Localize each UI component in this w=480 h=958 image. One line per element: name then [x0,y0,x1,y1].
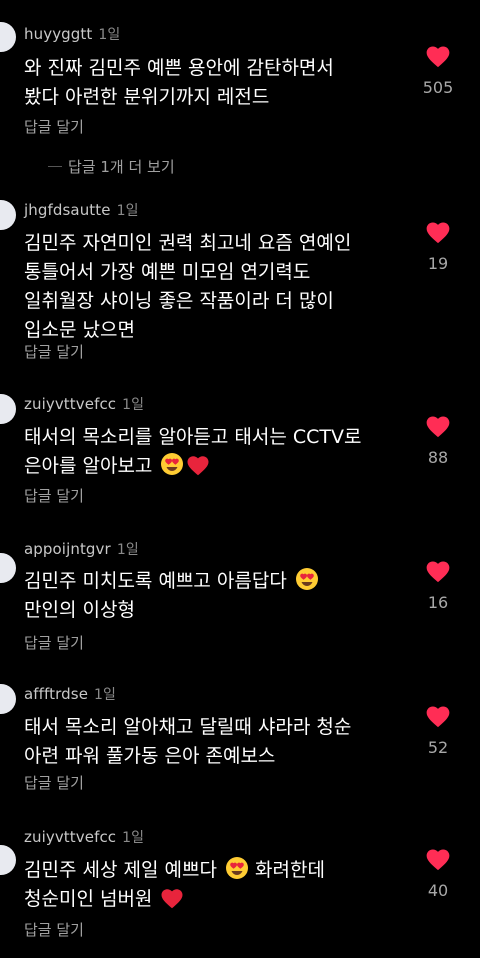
like-button[interactable]: 19 [418,220,458,273]
comment-line: 청순미인 넘버원 [24,885,414,914]
like-button[interactable]: 40 [418,847,458,900]
comment-line: 김민주 자연미인 권력 최고네 요즘 연예인 [24,232,352,254]
like-count: 19 [427,254,449,273]
heart-icon[interactable] [425,847,451,871]
like-button[interactable]: 52 [418,704,458,757]
reply-button[interactable]: 답글 달기 [24,772,84,793]
reply-button[interactable]: 답글 달기 [24,341,84,362]
comment-username[interactable]: zuiyvttvefcc 1일 [24,827,144,847]
comment-line-text: 김민주 세상 제일 예쁘다 [24,859,217,881]
comment-line: 아련 파워 풀가동 은아 존예보스 [24,745,276,767]
comment-line: 통틀어서 가장 예쁜 미모임 연기력도 [24,261,311,283]
heart-icon[interactable] [425,559,451,583]
reply-button[interactable]: 답글 달기 [24,919,84,940]
comment-line-text: 김민주 미치도록 예쁘고 아름답다 [24,570,287,592]
comment-line: 김민주 미치도록 예쁘고 아름답다 [24,567,414,596]
heart-icon[interactable] [425,220,451,244]
comment-line: 은아를 알아보고 [24,452,414,481]
reply-thread-line [48,165,62,167]
comment-username[interactable]: appoijntgvr 1일 [24,539,139,559]
like-button[interactable]: 505 [418,44,458,97]
comment-line: 만인의 이상형 [24,599,135,621]
comment-text: 태서의 목소리를 알아듣고 태서는 CCTV로 은아를 알아보고 [24,423,414,481]
heart-eyes-emoji [161,453,184,475]
avatar[interactable] [0,553,16,583]
comment-time: 1일 [116,542,139,558]
avatar[interactable] [0,684,16,714]
comment-line-text: 은아를 알아보고 [24,455,153,477]
like-count: 88 [427,448,449,467]
heart-icon[interactable] [425,44,451,68]
avatar[interactable] [0,22,16,52]
reply-button[interactable]: 답글 달기 [24,485,84,506]
username-text[interactable]: affftrdse [24,685,88,703]
comment-line: 봤다 아련한 분위기까지 레전드 [24,86,270,108]
comment-line: 일취월장 샤이닝 좋은 작품이라 더 많이 [24,290,334,312]
avatar[interactable] [0,200,16,230]
comment-time: 1일 [122,830,145,846]
username-text[interactable]: appoijntgvr [24,540,111,558]
comment-time: 1일 [116,203,139,219]
comment-text: 김민주 세상 제일 예쁘다 화려한데 청순미인 넘버원 [24,856,414,914]
comment-time: 1일 [98,27,121,43]
username-text[interactable]: zuiyvttvefcc [24,395,116,413]
like-count: 505 [422,78,454,97]
heart-eyes-emoji [295,568,318,590]
comment-text: 김민주 자연미인 권력 최고네 요즘 연예인 통틀어서 가장 예쁜 미모임 연기… [24,229,414,345]
like-count: 52 [427,738,449,757]
avatar[interactable] [0,845,16,875]
comment-time: 1일 [94,687,117,703]
comments-screen: huyyggtt 1일 와 진짜 김민주 예쁜 용안에 감탄하면서 봤다 아련한 … [0,0,480,958]
heart-icon[interactable] [425,704,451,728]
comment-line-text: 청순미인 넘버원 [24,888,153,910]
like-count: 16 [427,593,449,612]
comment-text: 와 진짜 김민주 예쁜 용안에 감탄하면서 봤다 아련한 분위기까지 레전드 [24,54,414,112]
view-more-replies-button[interactable]: 답글 1개 더 보기 [48,155,175,177]
like-button[interactable]: 16 [418,559,458,612]
username-text[interactable]: jhgfdsautte [24,201,111,219]
heart-icon[interactable] [425,414,451,438]
view-more-replies-label[interactable]: 답글 1개 더 보기 [68,156,175,177]
comment-line-suffix: 화려한데 [255,859,325,881]
comment-line: 태서 목소리 알아채고 달릴때 샤라라 청순 [24,716,352,738]
username-text[interactable]: huyyggtt [24,25,92,43]
avatar[interactable] [0,394,16,424]
comment-username[interactable]: huyyggtt 1일 [24,24,120,44]
comment-username[interactable]: affftrdse 1일 [24,684,116,704]
heart-eyes-emoji [225,857,248,879]
reply-button[interactable]: 답글 달기 [24,116,84,137]
red-heart-emoji [187,456,209,476]
reply-button[interactable]: 답글 달기 [24,632,84,653]
comment-line: 김민주 세상 제일 예쁘다 화려한데 [24,856,414,885]
red-heart-emoji [161,889,183,909]
username-text[interactable]: zuiyvttvefcc [24,828,116,846]
comment-time: 1일 [122,397,145,413]
like-count: 40 [427,881,449,900]
comment-text: 태서 목소리 알아채고 달릴때 샤라라 청순 아련 파워 풀가동 은아 존예보스 [24,713,414,771]
comment-username[interactable]: zuiyvttvefcc 1일 [24,394,144,414]
comment-username[interactable]: jhgfdsautte 1일 [24,200,139,220]
comment-line: 와 진짜 김민주 예쁜 용안에 감탄하면서 [24,57,334,79]
comment-line: 태서의 목소리를 알아듣고 태서는 CCTV로 [24,426,362,448]
like-button[interactable]: 88 [418,414,458,467]
comment-text: 김민주 미치도록 예쁘고 아름답다 만인의 이상형 [24,567,414,625]
